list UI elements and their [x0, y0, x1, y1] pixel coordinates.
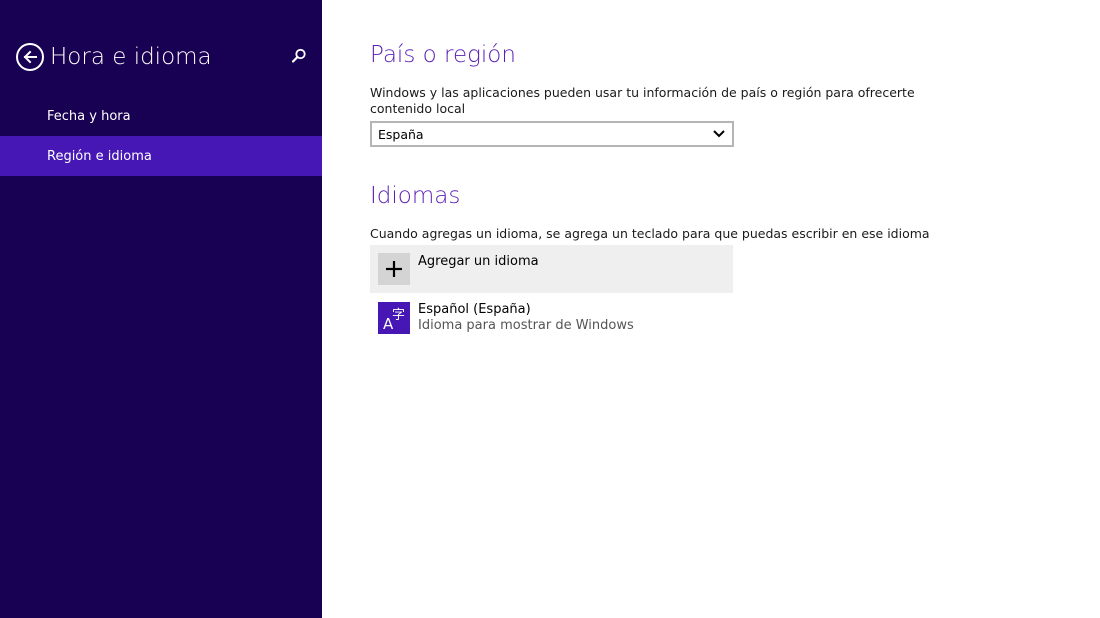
country-dropdown[interactable]: España	[370, 121, 734, 147]
chevron-down-icon	[713, 130, 725, 138]
sidebar-item-region-e-idioma[interactable]: Región e idioma	[0, 136, 322, 176]
sidebar-nav: Fecha y hora Región e idioma	[0, 96, 322, 176]
sidebar-header: Hora e idioma	[16, 42, 310, 72]
search-icon	[291, 48, 306, 63]
region-section-title: País o región	[370, 42, 516, 68]
languages-section-title: Idiomas	[370, 183, 461, 209]
main-content: País o región Windows y las aplicaciones…	[322, 0, 1100, 618]
languages-description: Cuando agregas un idioma, se agrega un t…	[370, 226, 930, 241]
region-description-line2: contenido local	[370, 101, 466, 116]
sidebar-item-label: Región e idioma	[47, 148, 152, 164]
settings-window: Hora e idioma Fecha y hora Región e idio…	[0, 0, 1100, 618]
region-description: Windows y las aplicaciones pueden usar t…	[370, 85, 915, 117]
language-icon: A 字	[378, 302, 410, 334]
region-description-line1: Windows y las aplicaciones pueden usar t…	[370, 85, 915, 100]
language-name: Español (España)	[418, 302, 531, 317]
svg-text:字: 字	[392, 308, 405, 323]
plus-icon-box	[378, 253, 410, 285]
language-glyph-icon: A 字	[383, 308, 405, 333]
language-item[interactable]: A 字 Español (España) Idioma para mostrar…	[370, 294, 733, 342]
sidebar-item-fecha-y-hora[interactable]: Fecha y hora	[0, 96, 322, 136]
back-arrow-circle-icon	[23, 50, 37, 64]
search-button[interactable]	[290, 47, 308, 65]
sidebar-item-label: Fecha y hora	[47, 108, 131, 124]
sidebar: Hora e idioma Fecha y hora Región e idio…	[0, 0, 322, 618]
back-button[interactable]	[16, 43, 44, 71]
add-language-label: Agregar un idioma	[418, 254, 539, 269]
language-subtitle: Idioma para mostrar de Windows	[418, 318, 634, 333]
country-dropdown-value: España	[378, 126, 424, 142]
page-title: Hora e idioma	[50, 44, 212, 70]
plus-icon	[386, 261, 402, 277]
add-language-button[interactable]: Agregar un idioma	[370, 245, 733, 293]
